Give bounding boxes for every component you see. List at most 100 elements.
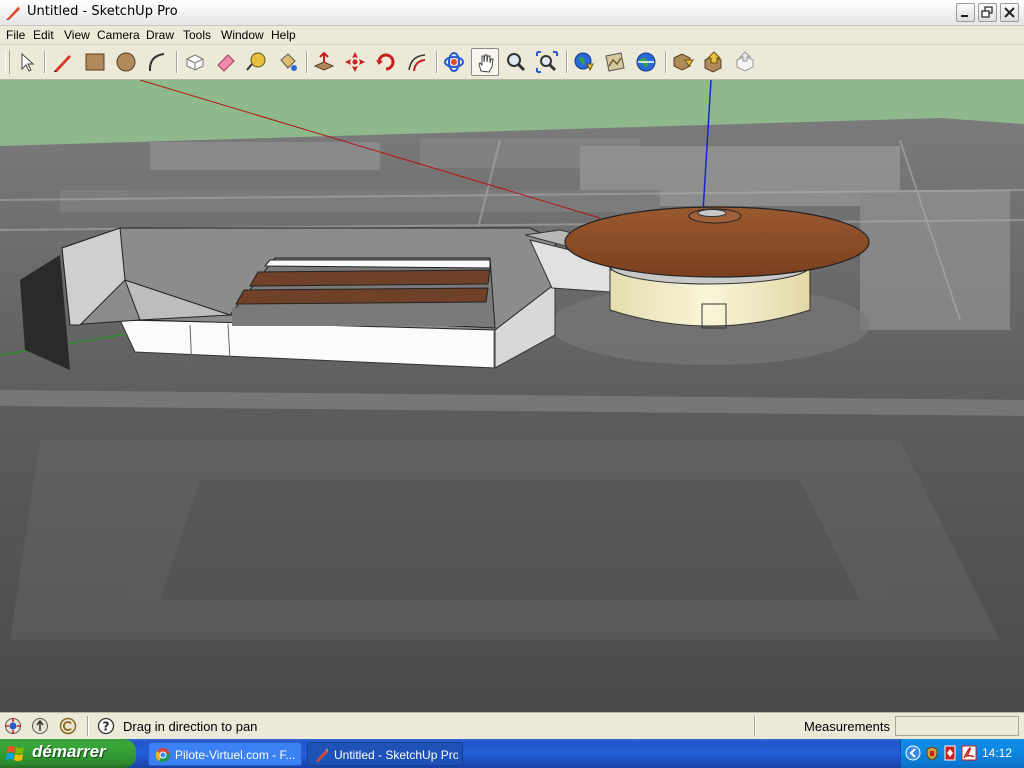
menu-draw[interactable]: Draw — [146, 28, 174, 42]
eraser-icon — [217, 54, 235, 72]
toolbar-separator — [566, 51, 568, 73]
menu-view[interactable]: View — [64, 28, 90, 42]
share-model-tool[interactable] — [700, 48, 728, 76]
menu-file[interactable]: File — [6, 28, 25, 42]
measurements-label: Measurements — [804, 719, 890, 734]
scene-canvas[interactable] — [0, 80, 1024, 712]
copyright-icon[interactable] — [59, 717, 77, 735]
push-pull-icon — [313, 51, 335, 71]
taskbar-item-label: Untitled - SketchUp Pro — [334, 748, 458, 762]
taskbar-item-browser[interactable]: Pilote-Virtuel.com - F... — [148, 742, 302, 766]
toolbar-grip[interactable] — [5, 50, 10, 74]
menu-window[interactable]: Window — [221, 28, 264, 42]
component-icon — [186, 54, 204, 71]
minimize-icon — [961, 15, 968, 17]
toolbar-separator — [306, 51, 308, 73]
arc-icon — [148, 53, 165, 72]
toolbar-separator — [44, 51, 46, 73]
restore-button[interactable] — [978, 3, 997, 22]
move-tool[interactable] — [341, 48, 369, 76]
svg-text:?: ? — [103, 720, 110, 734]
toggle-terrain-tool[interactable] — [601, 48, 629, 76]
paint-bucket-icon — [280, 53, 297, 71]
status-divider — [754, 716, 756, 736]
windows-taskbar: démarrer Pilote-Virtuel.com - F... Untit… — [0, 739, 1024, 768]
start-label: démarrer — [32, 742, 106, 761]
menu-edit[interactable]: Edit — [33, 28, 54, 42]
start-button[interactable]: démarrer — [0, 739, 136, 768]
rotate-icon — [376, 53, 395, 71]
pencil-tool[interactable] — [49, 48, 77, 76]
tray-red-icon[interactable] — [942, 745, 958, 761]
tape-measure-icon — [246, 52, 266, 71]
zoom-tool[interactable] — [502, 48, 530, 76]
help-question-icon[interactable]: ? — [97, 717, 115, 735]
share-model-icon — [704, 51, 722, 73]
toggle-terrain-icon — [605, 52, 625, 72]
minimize-button[interactable] — [956, 3, 975, 22]
chrome-icon — [155, 747, 171, 763]
geo-location-icon[interactable] — [4, 717, 22, 735]
sketchup-app-icon[interactable] — [4, 4, 22, 22]
restore-icon — [981, 6, 993, 18]
measurements-input[interactable] — [895, 716, 1019, 736]
earth-get-view-icon — [574, 52, 594, 72]
zoom-extents-tool[interactable] — [533, 48, 561, 76]
tray-acrobat-icon[interactable] — [961, 745, 977, 761]
status-message: Drag in direction to pan — [123, 719, 258, 734]
windows-logo-icon — [6, 744, 26, 764]
push-pull-tool[interactable] — [310, 48, 338, 76]
rectangle-tool[interactable] — [81, 48, 109, 76]
toolbar-separator — [436, 51, 438, 73]
pan-tool[interactable] — [471, 48, 499, 76]
hangar-building[interactable] — [61, 227, 561, 371]
get-models-tool[interactable] — [669, 48, 697, 76]
menu-help[interactable]: Help — [271, 28, 296, 42]
rectangle-icon — [85, 53, 105, 71]
offset-icon — [408, 54, 426, 72]
credits-icon[interactable] — [31, 717, 49, 735]
terrain-runway — [10, 440, 1000, 640]
paint-bucket-tool[interactable] — [274, 48, 302, 76]
pan-hand-icon — [478, 54, 494, 73]
arc-tool[interactable] — [143, 48, 171, 76]
status-bar: ? Drag in direction to pan Measurements — [0, 712, 1024, 739]
get-current-view-tool[interactable] — [570, 48, 598, 76]
eraser-tool[interactable] — [212, 48, 240, 76]
circle-tool[interactable] — [112, 48, 140, 76]
tray-security-icon[interactable] — [924, 745, 940, 761]
tray-arrow-icon[interactable] — [905, 745, 921, 761]
select-arrow-icon — [21, 52, 35, 72]
offset-tool[interactable] — [403, 48, 431, 76]
get-models-icon — [673, 53, 694, 71]
menu-tools[interactable]: Tools — [183, 28, 211, 42]
system-clock: 14:12 — [982, 746, 1013, 760]
orbit-icon — [444, 52, 464, 72]
taskbar-item-sketchup[interactable]: Untitled - SketchUp Pro — [307, 742, 463, 766]
close-button[interactable] — [1000, 3, 1019, 22]
earth-place-model-icon — [636, 52, 656, 72]
status-divider — [87, 716, 89, 736]
toolbar — [0, 45, 1024, 80]
make-component-tool[interactable] — [181, 48, 209, 76]
window-title: Untitled - SketchUp Pro — [27, 4, 178, 19]
model-viewport[interactable] — [0, 80, 1024, 712]
sketchup-icon — [314, 747, 330, 763]
select-tool[interactable] — [12, 48, 40, 76]
rotate-tool[interactable] — [372, 48, 400, 76]
system-tray: 14:12 — [900, 739, 1024, 768]
menu-bar: File Edit View Camera Draw Tools Window … — [0, 26, 1024, 45]
title-bar[interactable]: Untitled - SketchUp Pro — [0, 0, 1024, 26]
close-icon — [1004, 7, 1015, 18]
menu-camera[interactable]: Camera — [97, 28, 140, 42]
toolbar-separator — [665, 51, 667, 73]
circle-icon — [116, 52, 136, 72]
tape-measure-tool[interactable] — [243, 48, 271, 76]
share-component-icon — [736, 51, 754, 72]
place-model-tool[interactable] — [632, 48, 660, 76]
pencil-icon — [54, 55, 71, 72]
orbit-tool[interactable] — [440, 48, 468, 76]
share-component-tool[interactable] — [731, 48, 759, 76]
taskbar-item-label: Pilote-Virtuel.com - F... — [175, 748, 296, 762]
move-icon — [345, 52, 365, 72]
